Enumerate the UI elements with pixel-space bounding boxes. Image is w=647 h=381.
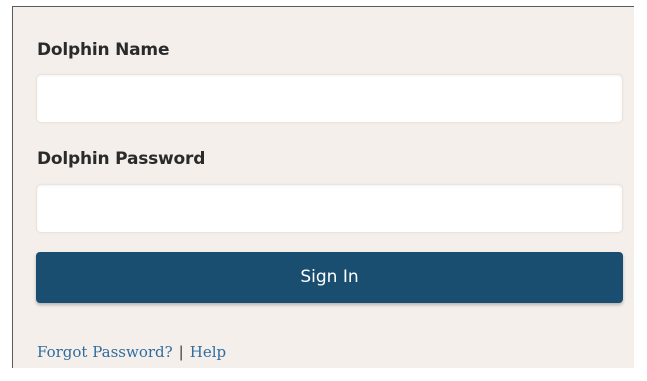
dolphin-name-input[interactable] — [36, 74, 623, 123]
login-panel: Dolphin Name Dolphin Password Sign In Fo… — [12, 6, 634, 368]
dolphin-password-input[interactable] — [36, 184, 623, 233]
link-separator: | — [178, 343, 184, 361]
forgot-password-link[interactable]: Forgot Password? — [37, 343, 173, 361]
dolphin-name-label: Dolphin Name — [37, 40, 170, 60]
dolphin-password-label: Dolphin Password — [37, 149, 206, 169]
sign-in-button[interactable]: Sign In — [36, 252, 623, 303]
help-link[interactable]: Help — [190, 343, 226, 361]
footer-links: Forgot Password? | Help — [37, 343, 226, 361]
